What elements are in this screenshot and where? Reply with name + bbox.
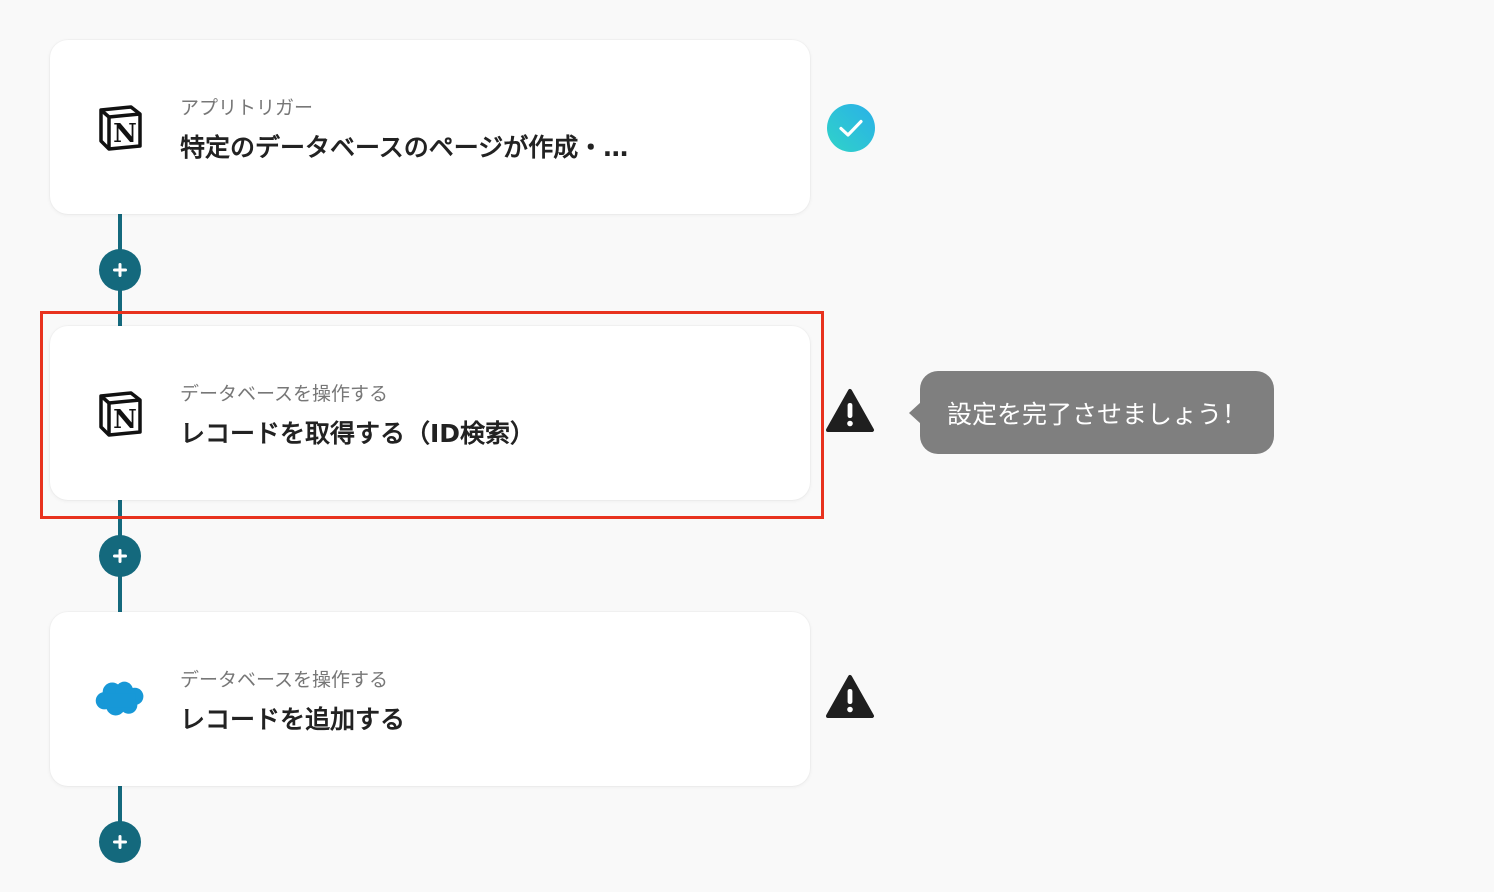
step-title: レコードを追加する — [180, 705, 406, 734]
check-circle-icon — [826, 103, 876, 153]
salesforce-icon — [94, 673, 146, 725]
step-title: 特定のデータベースのページが作成・… — [180, 133, 629, 162]
step-card-trigger[interactable]: N アプリトリガー 特定のデータベースのページが作成・… — [50, 40, 810, 214]
plus-icon — [113, 835, 127, 849]
setup-reminder-tooltip: 設定を完了させましょう！ — [920, 371, 1274, 454]
step-type-label: データベースを操作する — [180, 669, 389, 691]
step-card-add-record[interactable]: データベースを操作する レコードを追加する — [50, 612, 810, 786]
step-type-label: アプリトリガー — [180, 97, 314, 119]
plus-icon — [113, 263, 127, 277]
add-step-button[interactable] — [99, 535, 141, 577]
add-step-button[interactable] — [99, 249, 141, 291]
highlight-frame — [40, 311, 824, 519]
workflow-canvas: N アプリトリガー 特定のデータベースのページが作成・… N データベースを操作… — [0, 0, 1494, 892]
svg-text:N: N — [113, 119, 137, 149]
notion-icon: N — [94, 101, 146, 153]
warning-icon — [825, 672, 875, 722]
plus-icon — [113, 549, 127, 563]
add-step-button[interactable] — [99, 821, 141, 863]
warning-icon — [825, 386, 875, 436]
